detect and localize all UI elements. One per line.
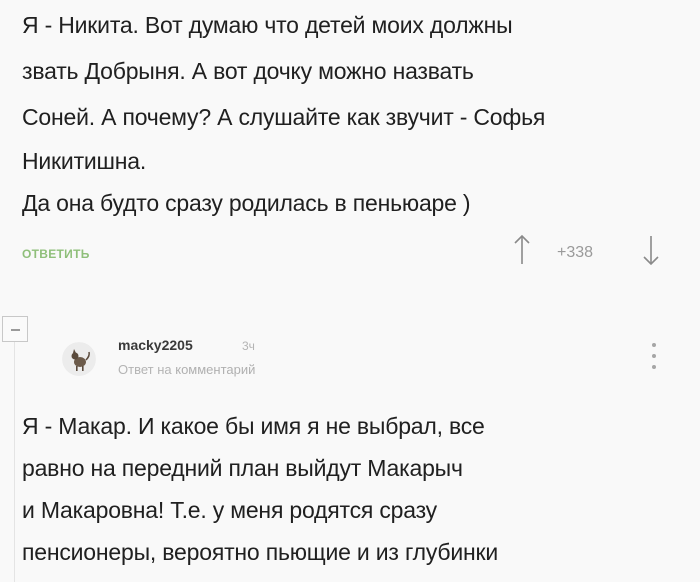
reply-text-line: и Макаровна! Т.е. у меня родятся сразу [22, 497, 437, 523]
minus-icon [11, 329, 20, 331]
username-link[interactable]: macky2205 [118, 337, 193, 353]
reply-text-line: пенсионеры, вероятно пьющие и из глубинк… [22, 539, 499, 565]
thread-line [14, 320, 15, 582]
comment-text-line: Никитишна. [22, 148, 147, 174]
collapse-thread-button[interactable] [2, 316, 28, 342]
parent-comment-link[interactable]: комментарий [175, 362, 255, 377]
avatar-icon [62, 342, 96, 376]
reply-button[interactable]: ОТВЕТИТЬ [22, 247, 90, 261]
reply-meta-prefix: Ответ на [118, 362, 172, 377]
arrow-down-icon [643, 236, 659, 266]
downvote-button[interactable] [641, 234, 661, 268]
rating-count: +338 [557, 244, 594, 261]
reply-text-line: равно на передний план выйдут Макарыч [22, 455, 463, 481]
comments-page: Я - Никита. Вот думаю что детей моих дол… [0, 0, 700, 582]
upvote-button[interactable] [512, 232, 532, 266]
arrow-up-icon [514, 234, 530, 264]
comment-text-line: Да она будто сразу родилась в пеньюаре ) [22, 190, 471, 216]
reply-text-line: Я - Макар. И какое бы имя я не выбрал, в… [22, 413, 485, 439]
comment-text-line: Я - Никита. Вот думаю что детей моих дол… [22, 12, 513, 38]
comment-text-line: звать Добрыня. А вот дочку можно назвать [22, 58, 474, 84]
reply-meta: Ответ на комментарий [118, 362, 255, 377]
more-options-button[interactable] [647, 340, 661, 372]
comment-time: 3ч [242, 339, 255, 353]
comment-text-line: Соней. А почему? А слушайте как звучит -… [22, 104, 546, 130]
avatar[interactable] [62, 342, 96, 376]
